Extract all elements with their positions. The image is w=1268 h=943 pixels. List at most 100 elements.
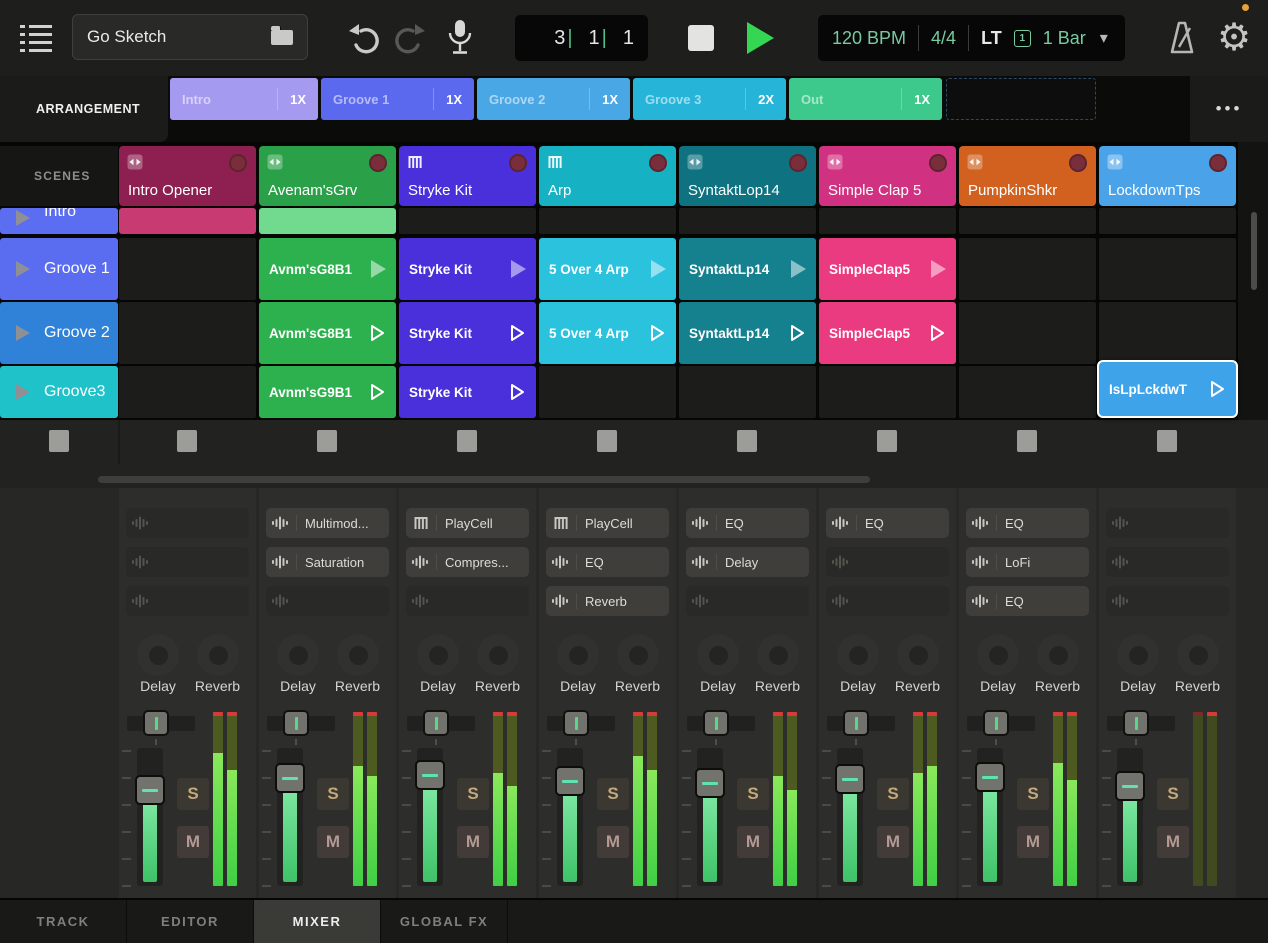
pan-slider-handle[interactable] [143,710,169,736]
mute-button[interactable]: M [317,826,349,858]
device-slot[interactable]: Multimod... [266,508,389,538]
tab-global-fx[interactable]: GLOBAL FX [381,900,508,943]
solo-button[interactable]: S [877,778,909,810]
device-slot[interactable]: PlayCell [546,508,669,538]
device-slot-empty[interactable] [126,547,249,577]
clip-avnmsg9b1[interactable]: Avnm'sG9B1 [259,366,396,418]
record-arm-indicator[interactable] [649,154,667,172]
empty-clip-slot[interactable] [959,366,1096,418]
delay-send-knob[interactable] [977,634,1019,676]
device-slot-empty[interactable] [826,547,949,577]
empty-clip-slot[interactable] [679,208,816,234]
empty-clip-slot[interactable] [1099,302,1236,364]
device-slot-empty[interactable] [266,586,389,616]
mute-button[interactable]: M [177,826,209,858]
device-slot-empty[interactable] [686,586,809,616]
reverb-send-knob[interactable] [197,634,239,676]
horizontal-scrollbar[interactable] [98,476,870,483]
pan-slider-handle[interactable] [1123,710,1149,736]
empty-clip-slot[interactable] [679,366,816,418]
track-header-intro-opener[interactable]: Intro Opener [119,146,256,206]
scene-button-groove2[interactable]: Groove 2 [0,302,118,364]
track-header-pumpkinshkr[interactable]: PumpkinShkr [959,146,1096,206]
metronome-button[interactable] [1162,18,1202,58]
stop-all-clips-button[interactable] [49,430,69,452]
clip-islplckdwt-selected[interactable]: IsLpLckdwT [1097,360,1238,418]
empty-clip-slot[interactable] [539,208,676,234]
solo-button[interactable]: S [1017,778,1049,810]
redo-button[interactable] [392,20,432,56]
solo-button[interactable]: S [457,778,489,810]
vertical-scrollbar[interactable] [1251,212,1257,290]
track-stop-button[interactable] [877,430,897,452]
delay-send-knob[interactable] [837,634,879,676]
empty-clip-slot[interactable] [959,238,1096,300]
pan-slider-handle[interactable] [563,710,589,736]
pan-slider-handle[interactable] [703,710,729,736]
reverb-send-knob[interactable] [617,634,659,676]
empty-clip-slot[interactable] [959,208,1096,234]
empty-clip-slot[interactable] [539,366,676,418]
arrangement-section-groove2[interactable]: Groove 2 1X [477,78,630,120]
empty-clip-slot[interactable] [119,238,256,300]
arrangement-section-groove1[interactable]: Groove 1 1X [321,78,474,120]
pan-slider-handle[interactable] [983,710,1009,736]
arrangement-empty-slot[interactable] [946,78,1096,120]
volume-fader-handle[interactable] [695,768,725,798]
device-slot-empty[interactable] [126,586,249,616]
track-stop-button[interactable] [177,430,197,452]
mute-button[interactable]: M [597,826,629,858]
device-slot[interactable]: Delay [686,547,809,577]
empty-clip-slot[interactable] [119,302,256,364]
undo-button[interactable] [342,20,382,56]
empty-clip-slot[interactable] [1099,238,1236,300]
empty-clip-slot[interactable] [1099,208,1236,234]
empty-clip-slot[interactable] [119,366,256,418]
solo-button[interactable]: S [737,778,769,810]
record-arm-indicator[interactable] [929,154,947,172]
pan-slider-handle[interactable] [283,710,309,736]
mute-button[interactable]: M [877,826,909,858]
record-arm-indicator[interactable] [1209,154,1227,172]
device-slot-empty[interactable] [1106,547,1229,577]
clip-stryke-kit[interactable]: Stryke Kit [399,238,536,300]
pan-slider-handle[interactable] [423,710,449,736]
track-stop-button[interactable] [737,430,757,452]
device-slot[interactable]: LoFi [966,547,1089,577]
folder-icon[interactable] [271,25,293,45]
clip-avnmsg8b1[interactable]: Avnm'sG8B1 [259,238,396,300]
clip-simpleclap5[interactable]: SimpleClap5 [819,238,956,300]
scene-button-groove3[interactable]: Groove3 [0,366,118,418]
pan-slider-handle[interactable] [843,710,869,736]
song-position-display[interactable]: 3 | 1 | 1 [515,15,648,61]
scene-button-groove1[interactable]: Groove 1 [0,238,118,300]
volume-fader-handle[interactable] [415,760,445,790]
record-arm-indicator[interactable] [509,154,527,172]
tab-editor[interactable]: EDITOR [127,900,254,943]
clip-simpleclap5[interactable]: SimpleClap5 [819,302,956,364]
clip-stryke-kit[interactable]: Stryke Kit [399,366,536,418]
tab-track[interactable]: TRACK [0,900,127,943]
settings-gear-icon[interactable]: ⚙ [1212,14,1256,62]
empty-clip-slot[interactable] [399,208,536,234]
clip-syntaktlp14[interactable]: SyntaktLp14 [679,238,816,300]
microphone-button[interactable] [442,16,478,60]
clip-syntaktlp14[interactable]: SyntaktLp14 [679,302,816,364]
device-slot[interactable]: PlayCell [406,508,529,538]
delay-send-knob[interactable] [697,634,739,676]
device-slot[interactable]: Compres... [406,547,529,577]
project-title-field[interactable]: Go Sketch [72,14,308,60]
volume-fader-handle[interactable] [975,762,1005,792]
volume-fader-handle[interactable] [555,766,585,796]
solo-button[interactable]: S [317,778,349,810]
track-header-arp[interactable]: Arp [539,146,676,206]
device-slot[interactable]: Saturation [266,547,389,577]
solo-button[interactable]: S [1157,778,1189,810]
device-slot-empty[interactable] [1106,508,1229,538]
reverb-send-knob[interactable] [897,634,939,676]
arrangement-section-out[interactable]: Out 1X [789,78,942,120]
clip-5over4arp[interactable]: 5 Over 4 Arp [539,238,676,300]
arrangement-more-button[interactable]: ••• [1190,76,1268,142]
delay-send-knob[interactable] [277,634,319,676]
device-slot[interactable]: EQ [546,547,669,577]
